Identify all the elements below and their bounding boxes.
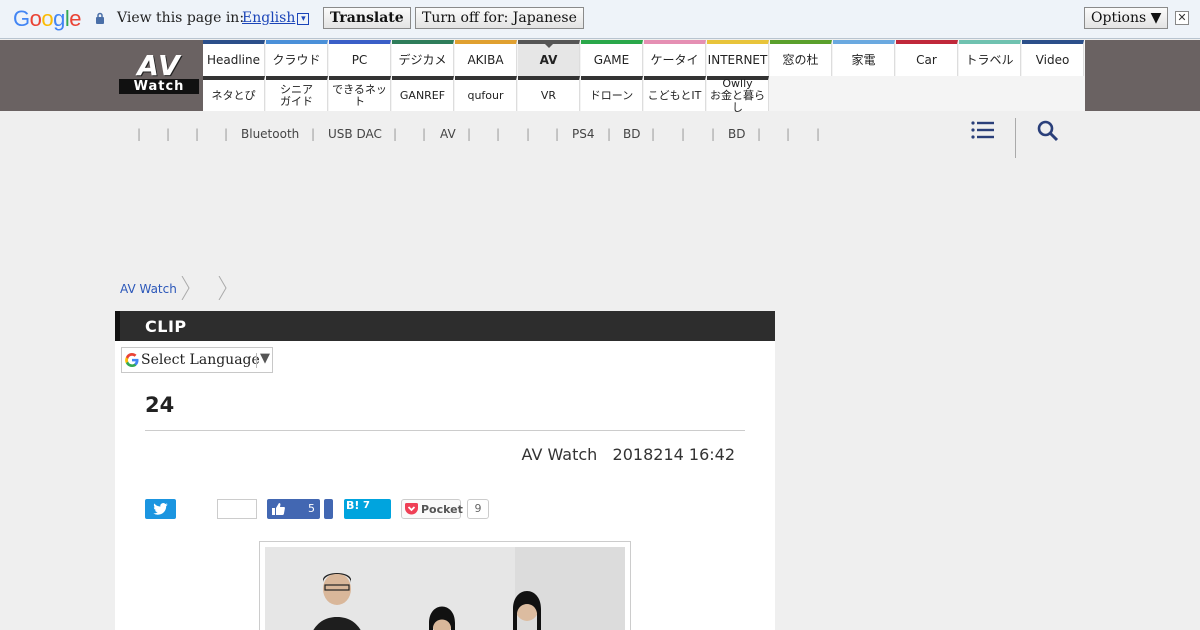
subnav-separator: | xyxy=(555,127,560,141)
breadcrumb-home[interactable]: AV Watch xyxy=(120,282,177,296)
article-byline: AV Watch 2018214 16:42 xyxy=(521,445,735,464)
facebook-like-button[interactable]: 5 xyxy=(267,499,320,519)
close-icon[interactable]: ✕ xyxy=(1175,11,1189,25)
nav-item-8[interactable]: INTERNET xyxy=(707,40,769,76)
twitter-count-box xyxy=(217,499,257,519)
options-button[interactable]: Options ▼ xyxy=(1084,7,1169,29)
subnav-separator: | xyxy=(224,127,229,141)
nav-item-9[interactable]: 窓の杜 xyxy=(770,40,832,76)
subnav-separator: | xyxy=(651,127,656,141)
subnav-item-0[interactable]: Bluetooth xyxy=(241,127,299,141)
like-count: 5 xyxy=(308,502,315,515)
hatena-label: B! xyxy=(346,499,360,512)
breadcrumb-separator-icon xyxy=(181,276,190,300)
divider xyxy=(1015,118,1016,158)
breadcrumb-separator-icon xyxy=(218,276,227,300)
nav-sub-item-7[interactable]: こどもとIT xyxy=(644,76,706,111)
site-header: AV Watch Headline クラウド PC デジカメ AKIBA AV GAME ケー… xyxy=(0,40,1200,113)
translate-prompt: View this page in: xyxy=(117,10,245,26)
subnav-separator: | xyxy=(607,127,612,141)
subnav-item-2[interactable]: AV xyxy=(440,127,456,141)
dropdown-arrow-icon: ▼ xyxy=(260,351,270,366)
nav-item-3[interactable]: デジカメ xyxy=(392,40,454,76)
nav-item-13[interactable]: Video xyxy=(1022,40,1084,76)
subnav-separator: | xyxy=(711,127,716,141)
article-title: 24 xyxy=(145,393,175,417)
subnav-item-5[interactable]: BD xyxy=(728,127,745,141)
dropdown-divider xyxy=(256,353,257,368)
nav-item-12[interactable]: トラベル xyxy=(959,40,1021,76)
facebook-share-button[interactable] xyxy=(324,499,333,519)
photo-image xyxy=(265,547,625,630)
translate-button[interactable]: Translate xyxy=(323,7,411,29)
language-select[interactable]: English ▾ xyxy=(242,10,310,26)
logo-bottom: Watch xyxy=(119,79,199,94)
subnav-separator: | xyxy=(195,127,200,141)
nav-sub-item-4[interactable]: qufour xyxy=(455,76,517,111)
subnav-separator: | xyxy=(816,127,821,141)
pocket-count: 9 xyxy=(467,499,489,519)
subnav-separator: | xyxy=(422,127,427,141)
nav-item-4[interactable]: AKIBA xyxy=(455,40,517,76)
nav-sub-item-5[interactable]: VR xyxy=(518,76,580,111)
subnav-separator: | xyxy=(681,127,686,141)
logo-top: AV xyxy=(137,49,181,82)
nav-item-6[interactable]: GAME xyxy=(581,40,643,76)
subnav-item-1[interactable]: USB DAC xyxy=(328,127,382,141)
twitter-share-button[interactable] xyxy=(145,499,176,519)
menu-icon[interactable] xyxy=(971,121,994,139)
hatena-count: 7 xyxy=(363,500,370,511)
select-language-label: Select Language xyxy=(141,352,260,368)
nav-sub-item-2[interactable]: できるネット xyxy=(329,76,391,111)
section-header: CLIP xyxy=(115,311,775,341)
nav-sub-item-1[interactable]: シニア ガイド xyxy=(266,76,328,111)
subnav-separator: | xyxy=(311,127,316,141)
subnav-separator: | xyxy=(137,127,142,141)
turn-off-button[interactable]: Turn off for: Japanese xyxy=(415,7,584,29)
thumbs-up-icon xyxy=(272,503,285,515)
nav-item-7[interactable]: ケータイ xyxy=(644,40,706,76)
subnav-separator: | xyxy=(496,127,501,141)
section-title: CLIP xyxy=(145,317,187,336)
subnav-separator: | xyxy=(166,127,171,141)
google-logo: Google xyxy=(13,6,82,31)
nav-sub-item-0[interactable]: ネタとぴ xyxy=(203,76,265,111)
nav-item-1[interactable]: クラウド xyxy=(266,40,328,76)
photo-scene xyxy=(265,547,625,630)
nav-item-0[interactable]: Headline xyxy=(203,40,265,76)
pocket-icon xyxy=(405,503,418,515)
nav-item-11[interactable]: Car xyxy=(896,40,958,76)
subnav-separator: | xyxy=(526,127,531,141)
translate-bar: Google View this page in: English ▾ Trans… xyxy=(0,0,1200,39)
hatena-bookmark-button[interactable]: B! 7 xyxy=(344,499,391,519)
nav-sub-item-3[interactable]: GANREF xyxy=(392,76,454,111)
nav-item-10[interactable]: 家電 xyxy=(833,40,895,76)
nav-sub-item-6[interactable]: ドローン xyxy=(581,76,643,111)
search-icon[interactable] xyxy=(1037,120,1059,142)
subnav-separator: | xyxy=(467,127,472,141)
article: CLIP Select Language ▼ 24 AV Watch 20182… xyxy=(115,311,775,630)
twitter-icon xyxy=(153,503,168,515)
lock-icon xyxy=(96,12,104,24)
subnav-item-3[interactable]: PS4 xyxy=(572,127,595,141)
title-divider xyxy=(145,430,745,431)
google-g-icon xyxy=(125,353,139,368)
nav-sub-item-8[interactable]: Owlly お金と暮らし xyxy=(707,76,769,113)
select-language-dropdown[interactable]: Select Language ▼ xyxy=(121,347,273,373)
subnav-item-4[interactable]: BD xyxy=(623,127,640,141)
av-watch-logo[interactable]: AV Watch xyxy=(119,49,199,94)
nav-item-2[interactable]: PC xyxy=(329,40,391,76)
pocket-label: Pocket xyxy=(421,503,463,516)
language-label: English xyxy=(242,10,296,26)
subnav-separator: | xyxy=(757,127,762,141)
pocket-button[interactable]: Pocket xyxy=(401,499,463,519)
category-nav: Headline クラウド PC デジカメ AKIBA AV GAME ケータイ INTERNE… xyxy=(203,40,1085,113)
dropdown-arrow-icon: ▾ xyxy=(297,13,310,25)
article-photo[interactable] xyxy=(259,541,631,630)
subnav-separator: | xyxy=(786,127,791,141)
subnav-separator: | xyxy=(393,127,398,141)
nav-selected-arrow-icon xyxy=(545,44,553,48)
